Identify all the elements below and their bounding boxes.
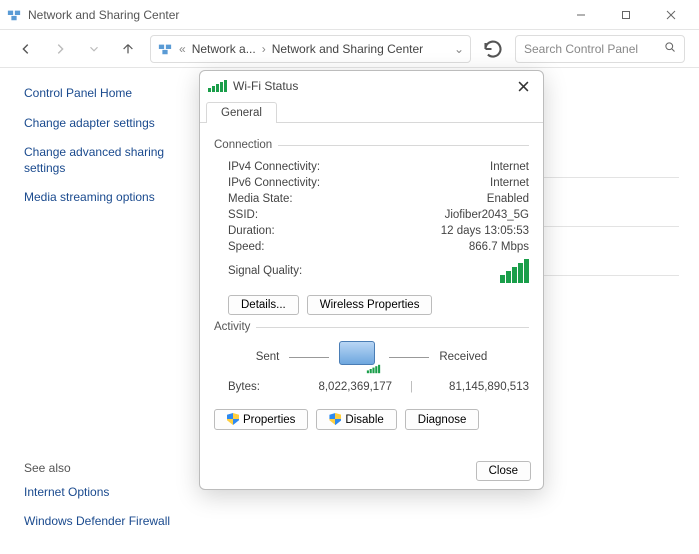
signal-quality-label: Signal Quality: bbox=[228, 265, 302, 277]
monitor-icon bbox=[339, 341, 379, 373]
speed-label: Speed: bbox=[228, 241, 264, 253]
ipv4-label: IPv4 Connectivity: bbox=[228, 161, 320, 173]
dialog-close-button[interactable] bbox=[511, 74, 535, 98]
window-title: Network and Sharing Center bbox=[28, 8, 558, 22]
duration-value: 12 days 13:05:53 bbox=[441, 225, 529, 237]
ipv4-value: Internet bbox=[490, 161, 529, 173]
properties-button[interactable]: Properties bbox=[214, 409, 308, 430]
forward-button[interactable] bbox=[48, 37, 72, 61]
navbar: « Network a... › Network and Sharing Cen… bbox=[0, 30, 699, 68]
maximize-button[interactable] bbox=[603, 1, 648, 29]
signal-bars-icon bbox=[208, 80, 227, 92]
received-label: Received bbox=[439, 351, 487, 363]
media-state-label: Media State: bbox=[228, 193, 293, 205]
tab-general[interactable]: General bbox=[206, 102, 277, 123]
sidebar-inetopt[interactable]: Internet Options bbox=[24, 485, 181, 501]
activity-line bbox=[289, 357, 329, 358]
sidebar-home[interactable]: Control Panel Home bbox=[24, 86, 181, 102]
media-state-value: Enabled bbox=[487, 193, 529, 205]
app-icon bbox=[6, 7, 22, 23]
sidebar-media[interactable]: Media streaming options bbox=[24, 190, 181, 206]
chevron-down-icon[interactable]: ⌄ bbox=[454, 42, 464, 56]
activity-section: Activity bbox=[214, 321, 529, 333]
sidebar-advanced[interactable]: Change advanced sharing settings bbox=[24, 145, 181, 176]
sidebar-firewall[interactable]: Windows Defender Firewall bbox=[24, 514, 181, 530]
ipv6-label: IPv6 Connectivity: bbox=[228, 177, 320, 189]
refresh-button[interactable] bbox=[481, 37, 505, 61]
breadcrumb-item[interactable]: Network and Sharing Center bbox=[272, 42, 423, 56]
breadcrumb[interactable]: « Network a... › Network and Sharing Cen… bbox=[150, 35, 471, 63]
dialog-tabs: General bbox=[200, 101, 543, 123]
sent-label: Sent bbox=[256, 351, 280, 363]
search-input[interactable]: Search Control Panel bbox=[515, 35, 685, 63]
dialog-titlebar: Wi-Fi Status bbox=[200, 71, 543, 101]
ipv6-value: Internet bbox=[490, 177, 529, 189]
signal-quality-icon bbox=[500, 259, 529, 283]
sidebar: Control Panel Home Change adapter settin… bbox=[0, 68, 195, 554]
back-button[interactable] bbox=[14, 37, 38, 61]
bytes-sent-value: 8,022,369,177 bbox=[280, 381, 406, 393]
breadcrumb-item[interactable]: Network a... bbox=[192, 42, 256, 56]
close-button[interactable] bbox=[648, 1, 693, 29]
recent-dropdown[interactable] bbox=[82, 37, 106, 61]
window-titlebar: Network and Sharing Center bbox=[0, 0, 699, 30]
disable-button[interactable]: Disable bbox=[316, 409, 396, 430]
duration-label: Duration: bbox=[228, 225, 275, 237]
seealso-header: See also bbox=[24, 461, 181, 475]
sidebar-adapter[interactable]: Change adapter settings bbox=[24, 116, 181, 132]
breadcrumb-sep-icon: « bbox=[179, 42, 186, 56]
details-button[interactable]: Details... bbox=[228, 295, 299, 315]
wifi-status-dialog: Wi-Fi Status General Connection IPv4 Con… bbox=[199, 70, 544, 490]
diagnose-button[interactable]: Diagnose bbox=[405, 409, 480, 430]
bytes-received-value: 81,145,890,513 bbox=[417, 381, 529, 393]
search-icon bbox=[664, 41, 676, 56]
dialog-title: Wi-Fi Status bbox=[233, 79, 505, 93]
wireless-properties-button[interactable]: Wireless Properties bbox=[307, 295, 433, 315]
search-placeholder: Search Control Panel bbox=[524, 42, 658, 56]
ssid-label: SSID: bbox=[228, 209, 258, 221]
chevron-right-icon: › bbox=[262, 42, 266, 56]
ssid-value: Jiofiber2043_5G bbox=[445, 209, 529, 221]
up-button[interactable] bbox=[116, 37, 140, 61]
connection-section: Connection bbox=[214, 139, 529, 151]
breadcrumb-icon bbox=[157, 41, 173, 57]
close-button[interactable]: Close bbox=[476, 461, 531, 481]
bytes-label: Bytes: bbox=[228, 381, 280, 393]
activity-line bbox=[389, 357, 429, 358]
bytes-divider: | bbox=[406, 381, 417, 393]
minimize-button[interactable] bbox=[558, 1, 603, 29]
speed-value: 866.7 Mbps bbox=[469, 241, 529, 253]
